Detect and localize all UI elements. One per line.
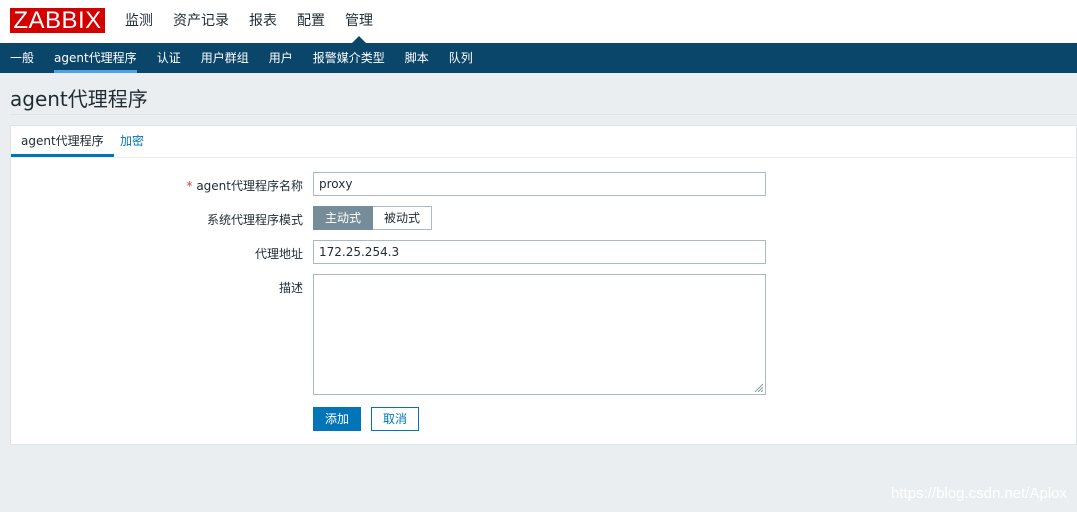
sub-menu-bar: 一般 agent代理程序 认证 用户群组 用户 报警媒介类型 脚本 队列 <box>0 43 1077 73</box>
resize-handle-icon[interactable] <box>753 382 763 392</box>
menu-inventory[interactable]: 资产记录 <box>173 0 229 43</box>
description-textarea[interactable] <box>313 274 766 395</box>
form-panel: agent代理程序 加密 *agent代理程序名称 系统代理程序模式 主动式 被… <box>10 125 1077 445</box>
tab-encryption[interactable]: 加密 <box>110 126 154 157</box>
zabbix-logo[interactable]: ZABBIX <box>10 8 105 33</box>
menu-monitoring[interactable]: 监测 <box>125 0 153 43</box>
proxy-mode-label: 系统代理程序模式 <box>206 213 303 227</box>
submenu-media-types[interactable]: 报警媒介类型 <box>313 43 385 73</box>
cancel-button[interactable]: 取消 <box>371 407 419 431</box>
form-tabs: agent代理程序 加密 <box>11 126 1076 158</box>
add-button[interactable]: 添加 <box>313 407 361 431</box>
watermark: https://blog.csdn.net/Aplox <box>891 485 1067 502</box>
submenu-scripts[interactable]: 脚本 <box>405 43 429 73</box>
submenu-users[interactable]: 用户 <box>269 43 293 73</box>
required-mark: * <box>186 179 193 193</box>
proxy-name-input[interactable] <box>313 172 766 196</box>
submenu-proxies[interactable]: agent代理程序 <box>54 43 137 73</box>
mode-active-option[interactable]: 主动式 <box>313 206 374 230</box>
proxy-name-label-text: agent代理程序名称 <box>196 179 303 193</box>
description-label: 描述 <box>278 281 303 295</box>
page-title: agent代理程序 <box>10 87 148 111</box>
submenu-user-groups[interactable]: 用户群组 <box>201 43 249 73</box>
mode-passive-option[interactable]: 被动式 <box>373 206 433 230</box>
proxy-address-input[interactable] <box>313 240 766 264</box>
proxy-mode-toggle: 主动式 被动式 <box>313 206 433 230</box>
submenu-queue[interactable]: 队列 <box>449 43 473 73</box>
menu-administration[interactable]: 管理 <box>345 0 373 43</box>
tab-proxy[interactable]: agent代理程序 <box>11 126 114 157</box>
submenu-general[interactable]: 一般 <box>10 43 34 73</box>
submenu-authentication[interactable]: 认证 <box>157 43 181 73</box>
sub-menu: 一般 agent代理程序 认证 用户群组 用户 报警媒介类型 脚本 队列 <box>10 43 493 73</box>
menu-reports[interactable]: 报表 <box>249 0 277 43</box>
top-bar: ZABBIX 监测 资产记录 报表 配置 管理 <box>0 0 1077 43</box>
proxy-address-label: 代理地址 <box>254 247 303 261</box>
proxy-name-label: * agent代理程序名称 <box>83 177 303 194</box>
title-divider <box>10 114 1077 115</box>
menu-configuration[interactable]: 配置 <box>297 0 325 43</box>
main-menu: 监测 资产记录 报表 配置 管理 <box>125 0 393 43</box>
